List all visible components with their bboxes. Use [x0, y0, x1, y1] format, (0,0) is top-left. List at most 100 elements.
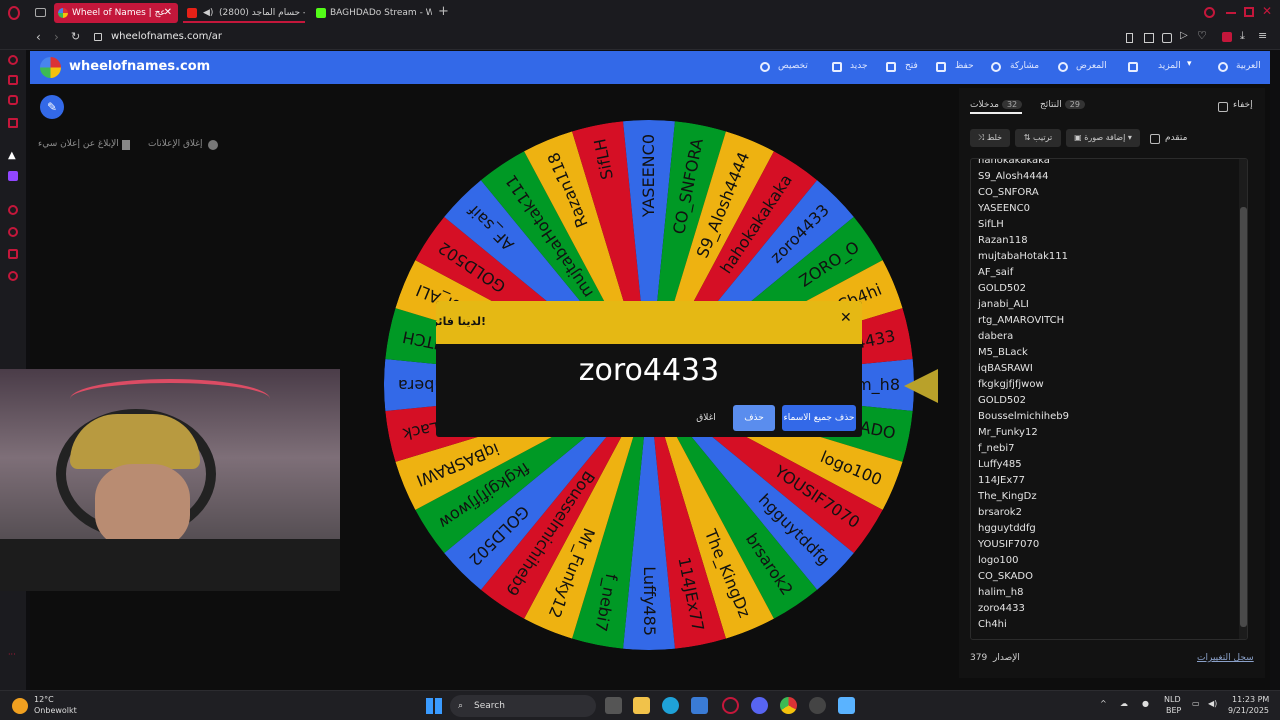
- entry-line: M5_BLack: [978, 347, 1028, 358]
- sort-button[interactable]: ⇅ ترتيب: [1015, 129, 1061, 147]
- discord-icon[interactable]: [751, 697, 768, 714]
- site-logo-text[interactable]: wheelofnames.com: [69, 59, 210, 74]
- bookmarks-icon[interactable]: [8, 249, 18, 259]
- entries-count-badge: 32: [1001, 100, 1023, 109]
- maximize-icon[interactable]: [1244, 7, 1254, 17]
- pin-icon[interactable]: ▲: [8, 150, 16, 161]
- instagram-icon[interactable]: [8, 95, 18, 105]
- changelog-link[interactable]: سجل التغييرات: [1197, 653, 1254, 663]
- nav-more[interactable]: المزيد: [1158, 61, 1181, 71]
- nav-share[interactable]: مشاركة: [1010, 61, 1039, 71]
- shuffle-button[interactable]: ⤨ خلط: [970, 129, 1010, 147]
- active-app-icon[interactable]: [838, 697, 855, 714]
- twitch-icon[interactable]: [8, 171, 18, 181]
- remove-ads-link[interactable]: إغلاق الإعلانات: [148, 139, 203, 149]
- obs-icon[interactable]: [809, 697, 826, 714]
- player-icon[interactable]: [8, 205, 18, 215]
- aria-icon[interactable]: [8, 55, 18, 65]
- lang-bottom[interactable]: BEP: [1166, 706, 1181, 715]
- tab-entries[interactable]: مدخلات 32: [970, 100, 1023, 114]
- opera-menu-icon[interactable]: [8, 6, 20, 20]
- taskbar-search[interactable]: ⌕ Search: [450, 695, 596, 717]
- tab-wheel-of-names[interactable]: Wheel of Names | عج ✕: [54, 3, 178, 23]
- speaker-icon[interactable]: ◀): [203, 3, 213, 21]
- forward-icon[interactable]: ›: [54, 30, 59, 44]
- entry-line: GOLD502: [978, 395, 1026, 406]
- edge-icon[interactable]: [662, 697, 679, 714]
- face: [95, 464, 190, 549]
- tab-youtube[interactable]: ◀) حسام الماجد (2800) - ...: [183, 3, 305, 23]
- entry-line: rtg_AMAROVITCH: [978, 315, 1065, 326]
- weather-icon[interactable]: [12, 698, 28, 714]
- search-label: Search: [474, 701, 505, 711]
- heart-icon[interactable]: ♡: [1197, 29, 1207, 42]
- sort-icon: ⇅: [1023, 133, 1031, 142]
- settings-icon[interactable]: [8, 271, 18, 281]
- tab-close-icon[interactable]: ✕: [164, 3, 172, 23]
- chevron-down-icon: ▾: [1187, 59, 1192, 69]
- entries-textarea[interactable]: hahokakakaka S9_Alosh4444 CO_SNFORA YASEENC…: [970, 158, 1248, 640]
- snapshot-icon[interactable]: [1144, 33, 1154, 43]
- advanced-checkbox[interactable]: [1150, 134, 1160, 144]
- nav-customize[interactable]: تخصيص: [778, 61, 808, 71]
- download-icon[interactable]: ⤓: [1240, 29, 1245, 43]
- play-icon[interactable]: ▷: [1180, 30, 1188, 41]
- new-tab-button[interactable]: +: [438, 4, 449, 19]
- clock-date[interactable]: 9/21/2025: [1228, 706, 1269, 715]
- nav-language[interactable]: العربية: [1236, 61, 1261, 71]
- clock-time[interactable]: 11:23 PM: [1232, 695, 1269, 704]
- menu-icon[interactable]: ≡: [1258, 29, 1267, 42]
- add-image-label: إضافة صورة: [1084, 133, 1126, 142]
- nav-save[interactable]: حفظ: [955, 61, 974, 71]
- tab-kick-stream[interactable]: BAGHDADo Stream - Wa: [312, 3, 432, 23]
- edit-pencil-button[interactable]: ✎: [40, 95, 64, 119]
- url-field[interactable]: wheelofnames.com/ar: [111, 31, 222, 42]
- more-icon[interactable]: ···: [8, 650, 16, 659]
- streamer-webcam: [0, 369, 340, 591]
- file-explorer-icon[interactable]: [633, 697, 650, 714]
- back-icon[interactable]: ‹: [36, 30, 41, 44]
- scrollbar[interactable]: [1239, 159, 1247, 639]
- remove-all-button[interactable]: حذف جميع الاسماء: [782, 405, 856, 431]
- opera-gx-icon[interactable]: [722, 697, 739, 714]
- wheel-logo-icon[interactable]: [40, 57, 61, 78]
- add-image-dropdown[interactable]: ▣ إضافة صورة ▾: [1066, 129, 1140, 147]
- chrome-icon[interactable]: [780, 697, 797, 714]
- display-icon[interactable]: ▭: [1192, 699, 1200, 708]
- report-ad-link[interactable]: الإبلاغ عن إعلان سيء: [38, 139, 119, 149]
- reload-icon[interactable]: ↻: [71, 30, 80, 43]
- hide-checkbox[interactable]: [1218, 102, 1228, 112]
- network-icon[interactable]: ☁: [1120, 699, 1128, 708]
- bookmark-icon[interactable]: [1126, 33, 1133, 43]
- history-icon[interactable]: [8, 227, 18, 237]
- start-icon[interactable]: [426, 698, 442, 714]
- wheel-segment-label: Luffy485: [640, 566, 659, 636]
- scrollbar-thumb[interactable]: [1240, 207, 1247, 627]
- dialog-close-icon[interactable]: ✕: [840, 310, 852, 326]
- mic-icon[interactable]: ●: [1142, 699, 1149, 708]
- search-tabs-icon[interactable]: [1204, 7, 1215, 18]
- entry-line: GOLD502: [978, 283, 1026, 294]
- briefcase-icon[interactable]: [8, 75, 18, 85]
- minimize-icon[interactable]: [1226, 12, 1236, 14]
- remove-button[interactable]: حذف: [733, 405, 775, 431]
- version-label: الإصدار: [993, 653, 1020, 663]
- nav-new[interactable]: جديد: [850, 61, 868, 71]
- extension-icon[interactable]: [1222, 32, 1232, 42]
- entry-line: fkgkgjfjfjwow: [978, 379, 1044, 390]
- close-button[interactable]: اغلاق: [686, 405, 726, 431]
- tab-results[interactable]: النتائج 29: [1040, 100, 1085, 110]
- volume-icon[interactable]: ◀): [1208, 699, 1217, 708]
- nav-gallery[interactable]: المعرض: [1076, 61, 1107, 71]
- mail-icon[interactable]: [8, 118, 18, 128]
- fullscreen-icon[interactable]: [1128, 62, 1138, 72]
- tray-chevron-icon[interactable]: ^: [1100, 699, 1107, 708]
- store-icon[interactable]: [691, 697, 708, 714]
- tab-layout-icon[interactable]: [35, 8, 46, 17]
- nav-open[interactable]: فتح: [905, 61, 918, 71]
- lang-top[interactable]: NLD: [1164, 695, 1181, 704]
- close-window-icon[interactable]: ✕: [1262, 4, 1272, 18]
- tab-title: Wheel of Names | عج: [72, 8, 166, 18]
- task-view-icon[interactable]: [605, 697, 622, 714]
- adblock-icon[interactable]: [1162, 33, 1172, 43]
